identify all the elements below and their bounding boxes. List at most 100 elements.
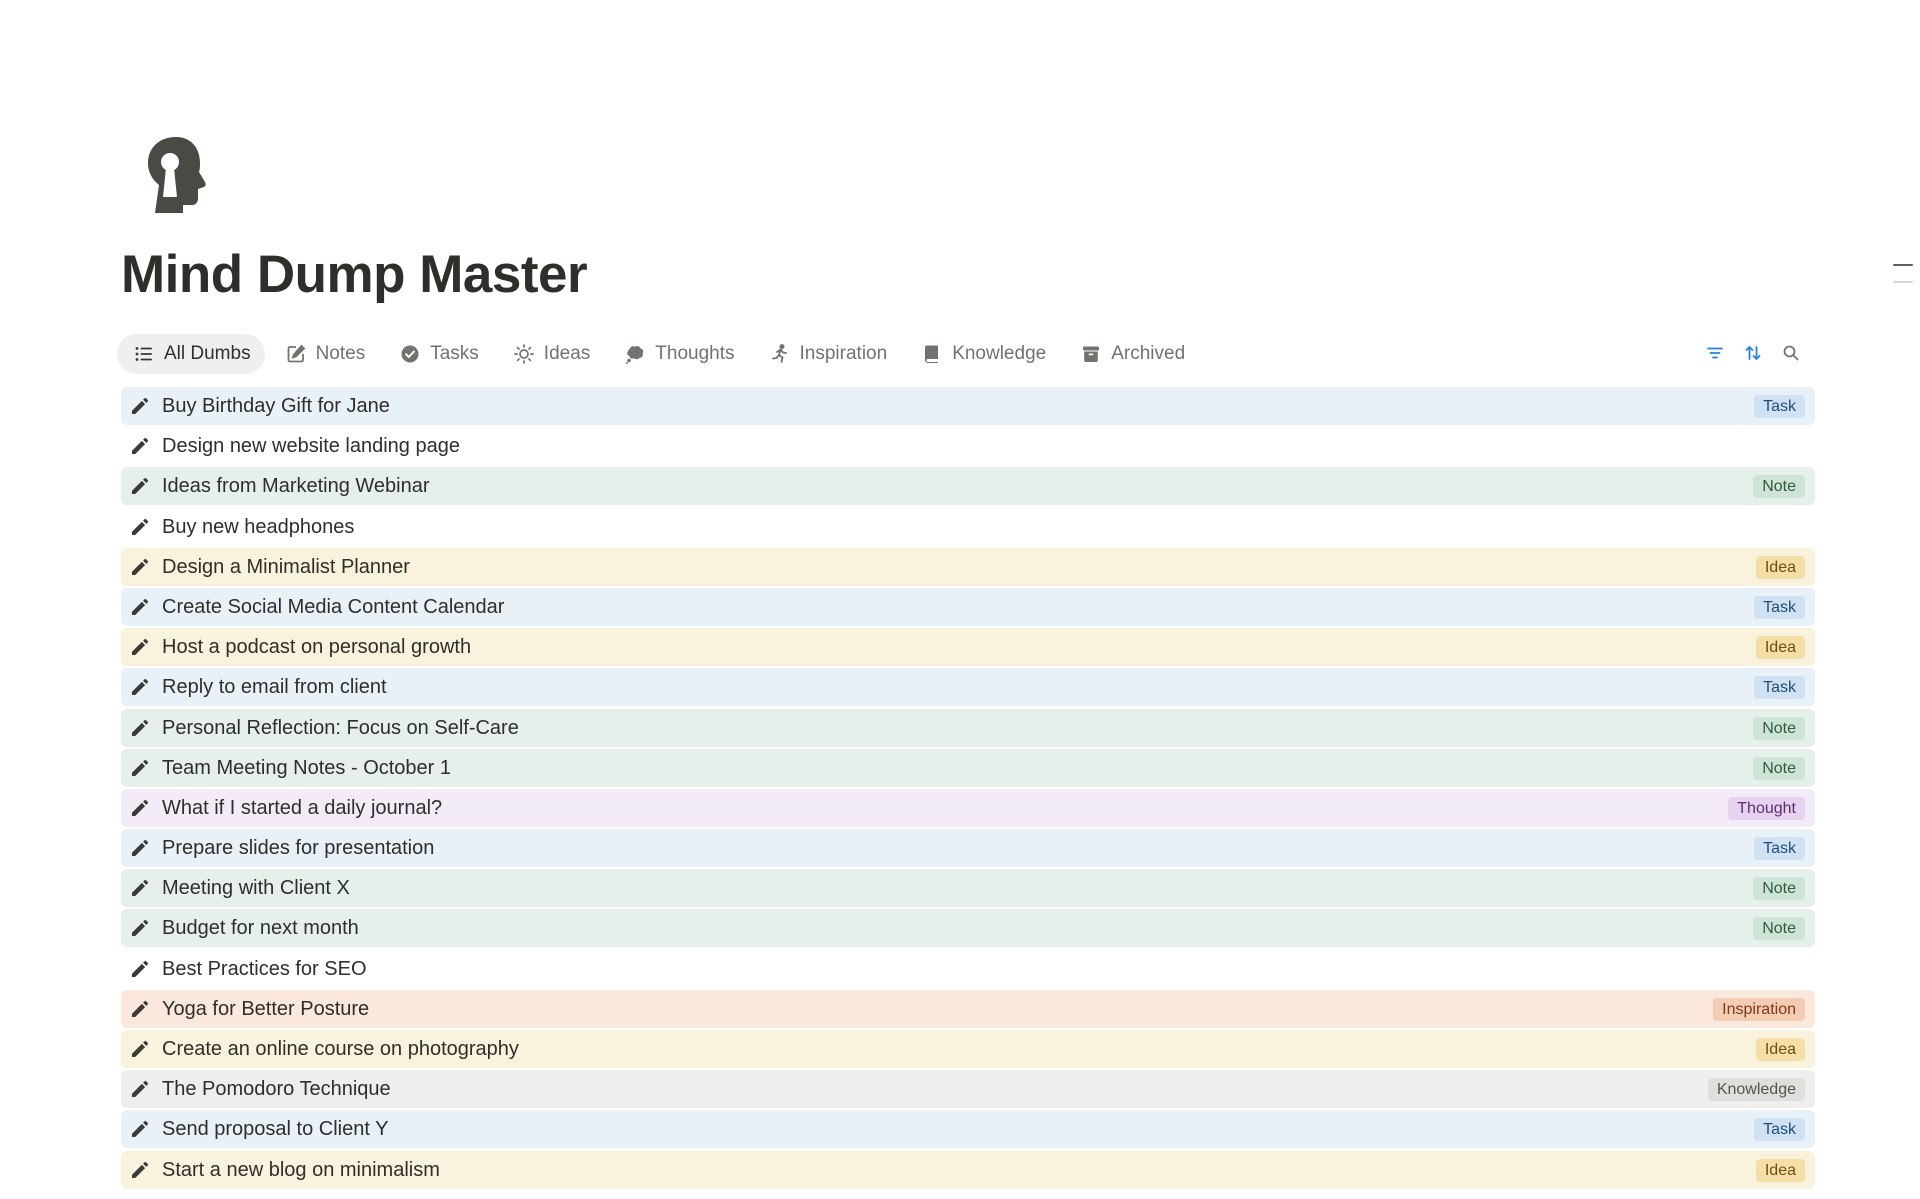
type-badge: Task <box>1754 1118 1805 1142</box>
head-keyhole-icon[interactable] <box>143 135 209 215</box>
type-badge: Task <box>1754 395 1805 418</box>
list-item[interactable]: Create Social Media Content Calendar Task <box>121 587 1815 626</box>
pencil-icon <box>129 516 151 538</box>
type-badge: Note <box>1753 716 1805 740</box>
tab-label: Knowledge <box>952 343 1047 364</box>
list-item[interactable]: Send proposal to Client Y Task <box>121 1110 1815 1149</box>
item-title: The Pomodoro Technique <box>162 1078 391 1101</box>
pencil-icon <box>129 717 151 739</box>
item-title: Create Social Media Content Calendar <box>162 595 505 618</box>
list-item[interactable]: The Pomodoro Technique Knowledge <box>121 1070 1815 1109</box>
list-item[interactable]: Design a Minimalist Planner Idea <box>121 547 1815 586</box>
item-title: Reply to email from client <box>162 676 387 699</box>
item-title: Create an online course on photography <box>162 1038 519 1060</box>
running-person-icon <box>769 343 791 365</box>
sort-icon[interactable] <box>1741 341 1765 365</box>
list-item[interactable]: Best Practices for SEO <box>121 949 1815 988</box>
pencil-icon <box>129 1118 151 1140</box>
tab-knowledge[interactable]: Knowledge <box>905 334 1060 374</box>
type-badge: Note <box>1753 877 1805 901</box>
item-title: Budget for next month <box>162 917 359 940</box>
list-item[interactable]: Buy Birthday Gift for Jane Task <box>121 387 1815 425</box>
sun-icon <box>513 343 535 365</box>
page-title: Mind Dump Master <box>121 245 588 304</box>
type-badge: Idea <box>1755 1158 1805 1182</box>
list-item[interactable]: Personal Reflection: Focus on Self-Care N… <box>121 708 1815 747</box>
item-title: Personal Reflection: Focus on Self-Care <box>162 716 519 739</box>
pencil-icon <box>129 757 151 779</box>
tab-inspiration[interactable]: Inspiration <box>753 334 902 374</box>
list-item[interactable]: Meeting with Client X Note <box>121 869 1815 908</box>
pencil-icon <box>129 556 151 578</box>
type-badge: Idea <box>1755 555 1805 579</box>
list-item[interactable]: Host a podcast on personal growth Idea <box>121 628 1815 667</box>
book-icon <box>921 343 943 365</box>
tab-label: Archived <box>1111 343 1186 364</box>
tab-archived[interactable]: Archived <box>1064 334 1199 374</box>
item-title: Team Meeting Notes - October 1 <box>162 756 452 779</box>
list-icon <box>133 343 155 365</box>
list-item[interactable]: Ideas from Marketing Webinar Note <box>121 467 1815 506</box>
type-badge: Task <box>1754 676 1805 700</box>
side-peek-handle-secondary[interactable] <box>1893 281 1913 283</box>
tab-label: Notes <box>315 343 366 364</box>
item-title: Start a new blog on minimalism <box>162 1158 440 1181</box>
list-item[interactable]: Budget for next month Note <box>121 909 1815 948</box>
tab-tasks[interactable]: Tasks <box>383 334 493 374</box>
list-item[interactable]: Prepare slides for presentation Task <box>121 829 1815 868</box>
type-badge: Task <box>1754 595 1805 619</box>
pencil-icon <box>129 475 151 497</box>
thought-bubble-icon <box>624 343 646 365</box>
list-item[interactable]: Create an online course on photography Id… <box>121 1030 1815 1068</box>
item-title: Ideas from Marketing Webinar <box>162 475 430 498</box>
search-icon[interactable] <box>1779 341 1803 365</box>
list-item[interactable]: Design new website landing page <box>121 427 1815 466</box>
tab-all-dumbs[interactable]: All Dumbs <box>117 334 265 374</box>
dump-list: Buy Birthday Gift for Jane Task Design new… <box>121 387 1815 1191</box>
list-item[interactable]: What if I started a daily journal? Though… <box>121 788 1815 827</box>
list-item[interactable]: Team Meeting Notes - October 1 Note <box>121 748 1815 787</box>
pencil-icon <box>129 998 151 1020</box>
pencil-icon <box>129 877 151 899</box>
type-badge: Thought <box>1728 796 1805 820</box>
type-badge: Inspiration <box>1713 997 1805 1021</box>
item-title: Design new website landing page <box>162 435 460 458</box>
pencil-icon <box>129 395 151 417</box>
tab-thoughts[interactable]: Thoughts <box>608 334 748 374</box>
pencil-icon <box>129 1078 151 1100</box>
item-title: Design a Minimalist Planner <box>162 555 410 578</box>
type-badge: Note <box>1753 475 1805 499</box>
pencil-icon <box>129 837 151 859</box>
item-title: What if I started a daily journal? <box>162 796 443 819</box>
type-badge: Knowledge <box>1707 1078 1805 1102</box>
pencil-icon <box>129 917 151 939</box>
item-title: Best Practices for SEO <box>162 957 367 980</box>
tab-label: Tasks <box>430 343 479 364</box>
tab-notes[interactable]: Notes <box>269 334 380 374</box>
side-peek-handle[interactable] <box>1893 264 1913 266</box>
view-toolbar <box>1703 341 1803 365</box>
tab-label: Thoughts <box>655 343 735 364</box>
pencil-icon <box>129 676 151 698</box>
list-item[interactable]: Buy new headphones <box>121 507 1815 546</box>
tab-ideas[interactable]: Ideas <box>497 334 604 374</box>
pencil-icon <box>129 596 151 618</box>
tab-label: Ideas <box>543 343 591 364</box>
filter-icon[interactable] <box>1703 341 1727 365</box>
pencil-icon <box>129 797 151 819</box>
type-badge: Idea <box>1755 636 1805 660</box>
pencil-icon <box>129 1038 151 1060</box>
list-item[interactable]: Start a new blog on minimalism Idea <box>121 1150 1815 1189</box>
type-badge: Note <box>1753 756 1805 780</box>
view-tabs: All Dumbs Notes Tasks Ideas Thoughts Ins… <box>117 334 1199 374</box>
list-item[interactable]: Yoga for Better Posture Inspiration <box>121 989 1815 1028</box>
tab-label: Inspiration <box>799 343 888 364</box>
item-title: Yoga for Better Posture <box>162 997 370 1020</box>
item-title: Host a podcast on personal growth <box>162 636 472 659</box>
item-title: Buy new headphones <box>162 515 355 538</box>
check-circle-icon <box>399 343 421 365</box>
type-badge: Task <box>1754 837 1805 861</box>
list-item[interactable]: Reply to email from client Task <box>121 668 1815 707</box>
pencil-icon <box>129 435 151 457</box>
type-badge: Idea <box>1755 1038 1805 1061</box>
